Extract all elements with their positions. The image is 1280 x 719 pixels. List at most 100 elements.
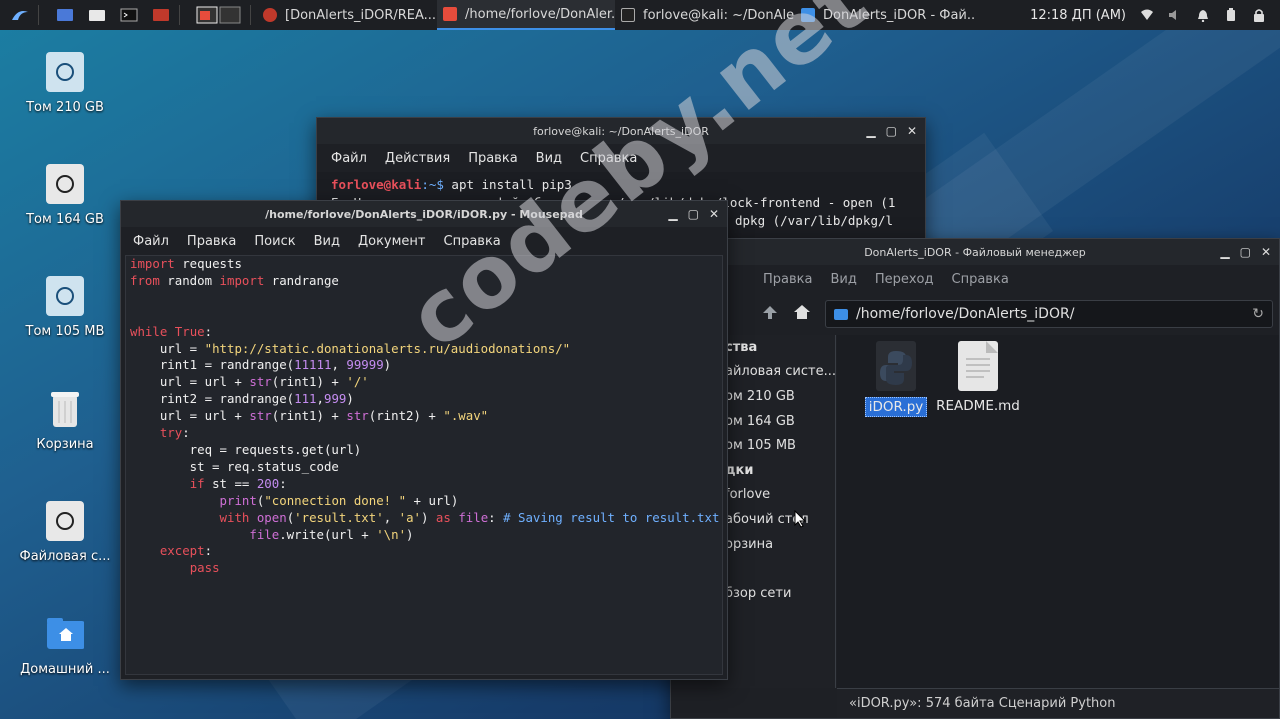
prompt-user: forlove@kali — [331, 177, 422, 192]
task-firefox[interactable]: [DonAlerts_iDOR/REA... — [257, 0, 437, 30]
menu-edit[interactable]: Правка — [763, 272, 812, 287]
menu-help[interactable]: Справка — [952, 272, 1009, 287]
task-mousepad[interactable]: /home/forlove/DonAler... — [437, 0, 615, 30]
terminal-launcher-icon[interactable] — [117, 4, 141, 26]
lock-icon[interactable] — [1252, 8, 1266, 22]
file-manager-toolbar: /home/forlove/DonAlerts_iDOR/ ↻ — [671, 293, 1279, 335]
desktop-icon-home[interactable]: Домашний ... — [10, 614, 120, 677]
menu-edit[interactable]: Правка — [468, 151, 517, 166]
text-file-icon — [958, 341, 998, 391]
terminal-titlebar[interactable]: forlove@kali: ~/DonAlerts_iDOR ▁ ▢ ✕ — [317, 118, 925, 144]
show-desktop-icon[interactable] — [53, 4, 77, 26]
drive-icon — [46, 276, 84, 316]
home-folder-icon — [46, 614, 84, 654]
code-line: with open('result.txt', 'a') as file: # … — [219, 509, 720, 525]
maximize-icon[interactable]: ▢ — [886, 124, 897, 138]
code-line: rint1 = randrange(11111, 99999) — [130, 357, 392, 373]
volume-icon[interactable] — [1168, 8, 1182, 22]
terminal-menubar: Файл Действия Правка Вид Справка — [317, 144, 925, 172]
folder-icon — [834, 308, 848, 320]
mousepad-window[interactable]: /home/forlove/DonAlerts_iDOR/iDOR.py - M… — [120, 200, 728, 680]
close-icon[interactable]: ✕ — [1261, 245, 1271, 259]
code-line: from random import randrange — [130, 272, 339, 288]
maximize-icon[interactable]: ▢ — [688, 207, 699, 221]
folder-icon — [801, 8, 815, 22]
close-icon[interactable]: ✕ — [907, 124, 917, 138]
menu-file[interactable]: Файл — [331, 151, 367, 166]
code-line: if st == 200: — [189, 475, 287, 491]
file-manager-window[interactable]: DonAlerts_iDOR - Файловый менеджер ▁ ▢ ✕… — [670, 238, 1280, 719]
menu-go[interactable]: Переход — [875, 272, 934, 287]
code-line: url = "http://static.donationalerts.ru/a… — [130, 340, 571, 356]
battery-icon[interactable] — [1224, 8, 1238, 22]
code-line: req = requests.get(url) — [130, 441, 362, 457]
code-line: print("connection done! " + url) — [219, 492, 459, 508]
kali-menu-icon[interactable] — [8, 4, 32, 26]
menu-help[interactable]: Справка — [444, 234, 501, 249]
drive-icon — [46, 164, 84, 204]
minimize-icon[interactable]: ▁ — [866, 124, 875, 138]
firefox-icon — [263, 8, 277, 22]
minimize-icon[interactable]: ▁ — [1220, 245, 1229, 259]
menu-actions[interactable]: Действия — [385, 151, 450, 166]
code-line: import requests — [130, 256, 242, 271]
clock[interactable]: 12:18 ДП (AM) — [1030, 8, 1126, 23]
wifi-icon[interactable] — [1140, 8, 1154, 22]
task-terminal[interactable]: forlove@kali: ~/DonAle... — [615, 0, 795, 30]
file-item[interactable]: README.md — [933, 341, 1023, 415]
close-icon[interactable]: ✕ — [709, 207, 719, 221]
desktop-icon-trash[interactable]: Корзина — [10, 389, 120, 452]
maximize-icon[interactable]: ▢ — [1240, 245, 1251, 259]
minimize-icon[interactable]: ▁ — [668, 207, 677, 221]
menu-view[interactable]: Вид — [536, 151, 562, 166]
trash-icon — [46, 389, 84, 429]
file-item[interactable]: iDOR.py — [851, 341, 941, 417]
drive-icon — [46, 52, 84, 92]
mouse-cursor-icon — [794, 509, 807, 532]
menu-edit[interactable]: Правка — [187, 234, 236, 249]
code-line: while True: — [130, 323, 213, 339]
desktop-icon-filesystem[interactable]: Файловая с... — [10, 501, 120, 564]
up-arrow-icon[interactable] — [761, 304, 779, 324]
address-bar[interactable]: /home/forlove/DonAlerts_iDOR/ ↻ — [825, 300, 1273, 328]
desktop-icon-volume-105[interactable]: Том 105 MB — [10, 276, 120, 339]
python-file-icon — [876, 341, 916, 391]
code-editor[interactable]: import requests from random import randra… — [125, 255, 723, 675]
code-line: rint2 = randrange(111,999) — [130, 391, 354, 407]
menu-search[interactable]: Поиск — [254, 234, 295, 249]
terminal-icon — [621, 8, 635, 22]
file-view[interactable]: iDOR.py README.md — [837, 335, 1279, 688]
menu-document[interactable]: Документ — [358, 234, 426, 249]
menu-help[interactable]: Справка — [580, 151, 637, 166]
status-bar: «iDOR.py»: 574 байта Сценарий Python — [837, 688, 1279, 718]
menu-view[interactable]: Вид — [830, 272, 856, 287]
file-manager-titlebar[interactable]: DonAlerts_iDOR - Файловый менеджер ▁ ▢ ✕ — [671, 239, 1279, 265]
browser-launcher-icon[interactable] — [149, 4, 173, 26]
drive-icon — [46, 501, 84, 541]
mousepad-menubar: Файл Правка Поиск Вид Документ Справка — [121, 227, 727, 255]
mousepad-icon — [443, 7, 457, 21]
file-manager-launcher-icon[interactable] — [85, 4, 109, 26]
code-line: except: — [159, 543, 213, 559]
task-file-manager[interactable]: DonAlerts_iDOR - Фай... — [795, 0, 975, 30]
top-panel: [DonAlerts_iDOR/REA... /home/forlove/Don… — [0, 0, 1280, 30]
code-line: st = req.status_code — [130, 458, 339, 474]
notification-bell-icon[interactable] — [1196, 8, 1210, 22]
code-line: pass — [189, 560, 220, 576]
prompt-path: :~$ — [421, 177, 444, 192]
code-line: try: — [159, 425, 190, 441]
menu-view[interactable]: Вид — [314, 234, 340, 249]
reload-icon[interactable]: ↻ — [1252, 306, 1264, 322]
code-line: file.write(url + '\n') — [249, 526, 414, 542]
code-line: url = url + str(rint1) + '/' — [130, 374, 369, 390]
mousepad-titlebar[interactable]: /home/forlove/DonAlerts_iDOR/iDOR.py - M… — [121, 201, 727, 227]
workspace-switcher-icon[interactable] — [194, 4, 244, 26]
home-icon[interactable] — [793, 304, 811, 324]
menu-file[interactable]: Файл — [133, 234, 169, 249]
desktop-icon-volume-164[interactable]: Том 164 GB — [10, 164, 120, 227]
code-content: import requests from random import randra… — [126, 256, 722, 577]
desktop-icon-volume-210[interactable]: Том 210 GB — [10, 52, 120, 115]
terminal-command: apt install pip3 — [443, 177, 572, 192]
